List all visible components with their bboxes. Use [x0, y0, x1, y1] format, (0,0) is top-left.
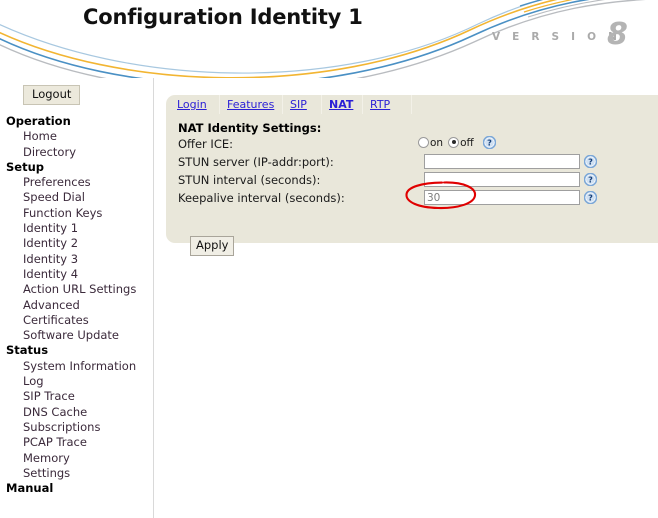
sidebar-item-action-url-settings[interactable]: Action URL Settings: [0, 282, 153, 297]
radio-label-on: on: [430, 138, 443, 149]
sidebar-item-memory[interactable]: Memory: [0, 451, 153, 466]
svg-text:?: ?: [588, 175, 593, 185]
input-stun-server-ip-addr-port[interactable]: [424, 154, 580, 169]
tab-bar: Login Features SIP NAT RTP: [166, 95, 658, 114]
sidebar-divider: [153, 78, 154, 518]
tab-features[interactable]: Features: [227, 98, 274, 111]
page-title: Configuration Identity 1: [83, 5, 363, 29]
sidebar-item-directory[interactable]: Directory: [0, 145, 153, 160]
sidebar: Logout OperationHomeDirectorySetupPrefer…: [0, 78, 153, 518]
radio-option-on[interactable]: on: [418, 137, 443, 149]
sidebar-item-certificates[interactable]: Certificates: [0, 313, 153, 328]
form-row-stun-server-ip-addr-port: STUN server (IP-addr:port):?: [178, 154, 658, 172]
sidebar-item-preferences[interactable]: Preferences: [0, 175, 153, 190]
field-label-stun-server-ip-addr-port: STUN server (IP-addr:port):: [178, 155, 334, 169]
sidebar-item-identity-1[interactable]: Identity 1: [0, 221, 153, 236]
svg-text:?: ?: [588, 157, 593, 167]
page-header: Configuration Identity 1 V E R S I O N 8: [0, 0, 658, 78]
sidebar-item-pcap-trace[interactable]: PCAP Trace: [0, 435, 153, 450]
sidebar-item-speed-dial[interactable]: Speed Dial: [0, 190, 153, 205]
field-label-keepalive-interval-seconds: Keepalive interval (seconds):: [178, 191, 345, 205]
input-stun-interval-seconds[interactable]: [424, 172, 580, 187]
sidebar-nav: OperationHomeDirectorySetupPreferencesSp…: [0, 114, 153, 496]
form-row-keepalive-interval-seconds: Keepalive interval (seconds):?: [178, 190, 658, 208]
version-number: 8: [607, 20, 628, 50]
tab-separator: [362, 95, 363, 114]
radio-group-offer-ice: on off?: [418, 136, 496, 149]
sidebar-group-setup: Setup: [0, 160, 153, 175]
version-label: V E R S I O N: [492, 31, 621, 43]
radio-label-off: off: [460, 138, 474, 149]
help-question-icon[interactable]: ?: [584, 155, 597, 168]
tab-separator: [411, 95, 412, 114]
sidebar-group-manual: Manual: [0, 481, 153, 496]
input-keepalive-interval-seconds[interactable]: [424, 190, 580, 205]
page-root: Configuration Identity 1 V E R S I O N 8…: [0, 0, 658, 518]
sidebar-item-dns-cache[interactable]: DNS Cache: [0, 405, 153, 420]
sidebar-item-identity-3[interactable]: Identity 3: [0, 252, 153, 267]
apply-button[interactable]: Apply: [190, 236, 234, 256]
sidebar-item-subscriptions[interactable]: Subscriptions: [0, 420, 153, 435]
tab-nat[interactable]: NAT: [329, 98, 353, 111]
sidebar-item-advanced[interactable]: Advanced: [0, 298, 153, 313]
logout-button[interactable]: Logout: [23, 85, 80, 105]
help-question-icon[interactable]: ?: [584, 173, 597, 186]
content-panel: Login Features SIP NAT RTP NAT Identity Sett…: [166, 95, 658, 243]
tab-separator: [219, 95, 220, 114]
form-row-stun-interval-seconds: STUN interval (seconds):?: [178, 172, 658, 190]
tab-separator: [321, 95, 322, 114]
tab-login[interactable]: Login: [177, 98, 207, 111]
field-label-stun-interval-seconds: STUN interval (seconds):: [178, 173, 320, 187]
sidebar-item-identity-4[interactable]: Identity 4: [0, 267, 153, 282]
sidebar-group-status: Status: [0, 343, 153, 358]
sidebar-group-operation: Operation: [0, 114, 153, 129]
sidebar-item-sip-trace[interactable]: SIP Trace: [0, 389, 153, 404]
tab-separator: [282, 95, 283, 114]
section-title: NAT Identity Settings:: [178, 121, 658, 135]
sidebar-item-settings[interactable]: Settings: [0, 466, 153, 481]
svg-text:?: ?: [487, 138, 492, 148]
help-question-icon[interactable]: ?: [584, 191, 597, 204]
help-question-icon[interactable]: ?: [483, 136, 496, 149]
radio-option-off[interactable]: off: [448, 137, 474, 149]
sidebar-item-system-information[interactable]: System Information: [0, 359, 153, 374]
radio-on[interactable]: [418, 137, 429, 148]
sidebar-item-function-keys[interactable]: Function Keys: [0, 206, 153, 221]
tab-sip[interactable]: SIP: [290, 98, 307, 111]
form-row-offer-ice: Offer ICE: on off?: [178, 136, 658, 154]
form-rows: Offer ICE:onoff?STUN server (IP-addr:por…: [178, 136, 658, 208]
sidebar-item-identity-2[interactable]: Identity 2: [0, 236, 153, 251]
sidebar-item-home[interactable]: Home: [0, 129, 153, 144]
sidebar-item-log[interactable]: Log: [0, 374, 153, 389]
field-label-offer-ice: Offer ICE:: [178, 137, 233, 151]
radio-off-selected[interactable]: [448, 137, 459, 148]
svg-text:?: ?: [588, 193, 593, 203]
tab-rtp[interactable]: RTP: [370, 98, 390, 111]
sidebar-item-software-update[interactable]: Software Update: [0, 328, 153, 343]
nat-settings-form: NAT Identity Settings: Offer ICE:onoff?S…: [178, 121, 658, 208]
